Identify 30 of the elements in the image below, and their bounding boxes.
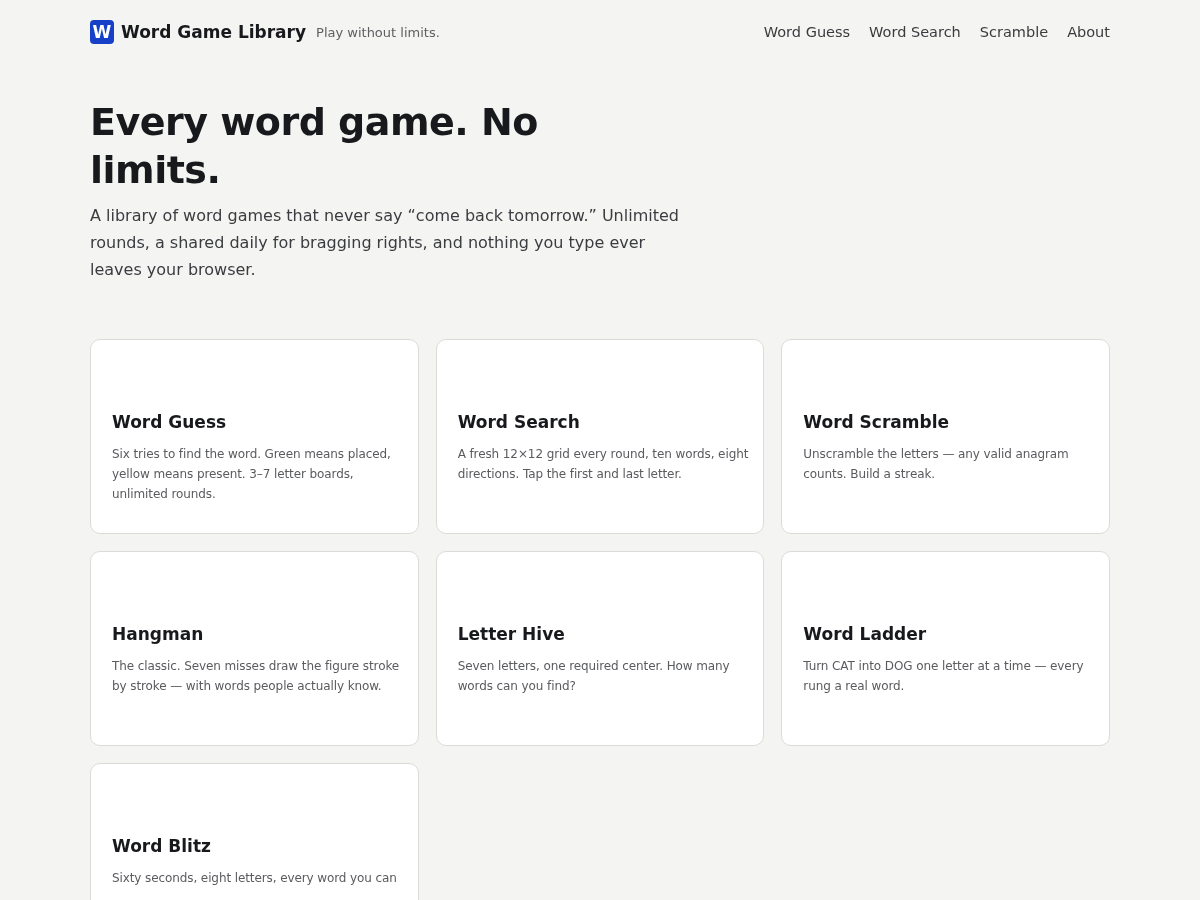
game-card[interactable]: Letter Hive Seven letters, one required center. How many words can you find? [435,551,765,746]
tagline: Play without limits. [316,24,440,40]
nav-link[interactable]: About [1067,24,1110,40]
nav-link[interactable]: Scramble [979,24,1049,40]
game-description: Sixty seconds, eight letters, every word you can [112,870,398,887]
hero-text: A library of word games that never say “come back tomorrow.” Unlimited rounds, a shared daily for bragging rights, and nothing you type ever leaves your browser. [90,205,680,281]
game-description: Turn CAT into DOG one letter at a time — every rung a real word. [803,658,1085,695]
game-card[interactable]: Word Ladder Turn CAT into DOG one letter at a time — every rung a real word. [781,551,1110,746]
game-title: Word Guess [112,411,228,434]
game-card[interactable]: Word Blitz Sixty seconds, eight letters, every word you can [90,763,419,900]
game-card[interactable]: Hangman The classic. Seven misses draw the figure stroke by stroke — with words people actually know. [90,551,419,746]
game-title: Word Scramble [803,411,951,434]
game-description: Seven letters, one required center. How many words can you find? [457,658,731,695]
game-description: A fresh 12×12 grid every round, ten words, eight directions. Tap the first and last letter. [457,446,750,483]
game-card[interactable]: Word Guess Six tries to find the word. Green means placed, yellow means present. 3–7 letter boards, unlimited rounds. [90,339,419,534]
game-card[interactable]: Word Search A fresh 12×12 grid every round, ten words, eight directions. Tap the first and last letter. [435,339,765,534]
game-title: Word Search [457,411,581,434]
game-description: Six tries to find the word. Green means placed, yellow means present. 3–7 letter boards, unlimited rounds. [112,446,392,503]
game-description: Unscramble the letters — any valid anagram counts. Build a streak. [803,446,1070,483]
game-title: Hangman [112,623,205,646]
game-title: Word Ladder [803,623,928,646]
hero-title: Every word game. No limits. [90,99,539,194]
nav-link[interactable]: Word Search [869,24,961,40]
game-card[interactable]: Word Scramble Unscramble the letters — any valid anagram counts. Build a streak. [781,339,1110,534]
game-title: Word Blitz [112,835,212,858]
site-name[interactable]: Word Game Library [121,22,307,42]
game-description: The classic. Seven misses draw the figure stroke by stroke — with words people actually know. [112,658,401,695]
game-title: Letter Hive [457,623,566,646]
nav-link[interactable]: Word Guess [763,24,851,40]
logo-icon: W [90,20,114,44]
